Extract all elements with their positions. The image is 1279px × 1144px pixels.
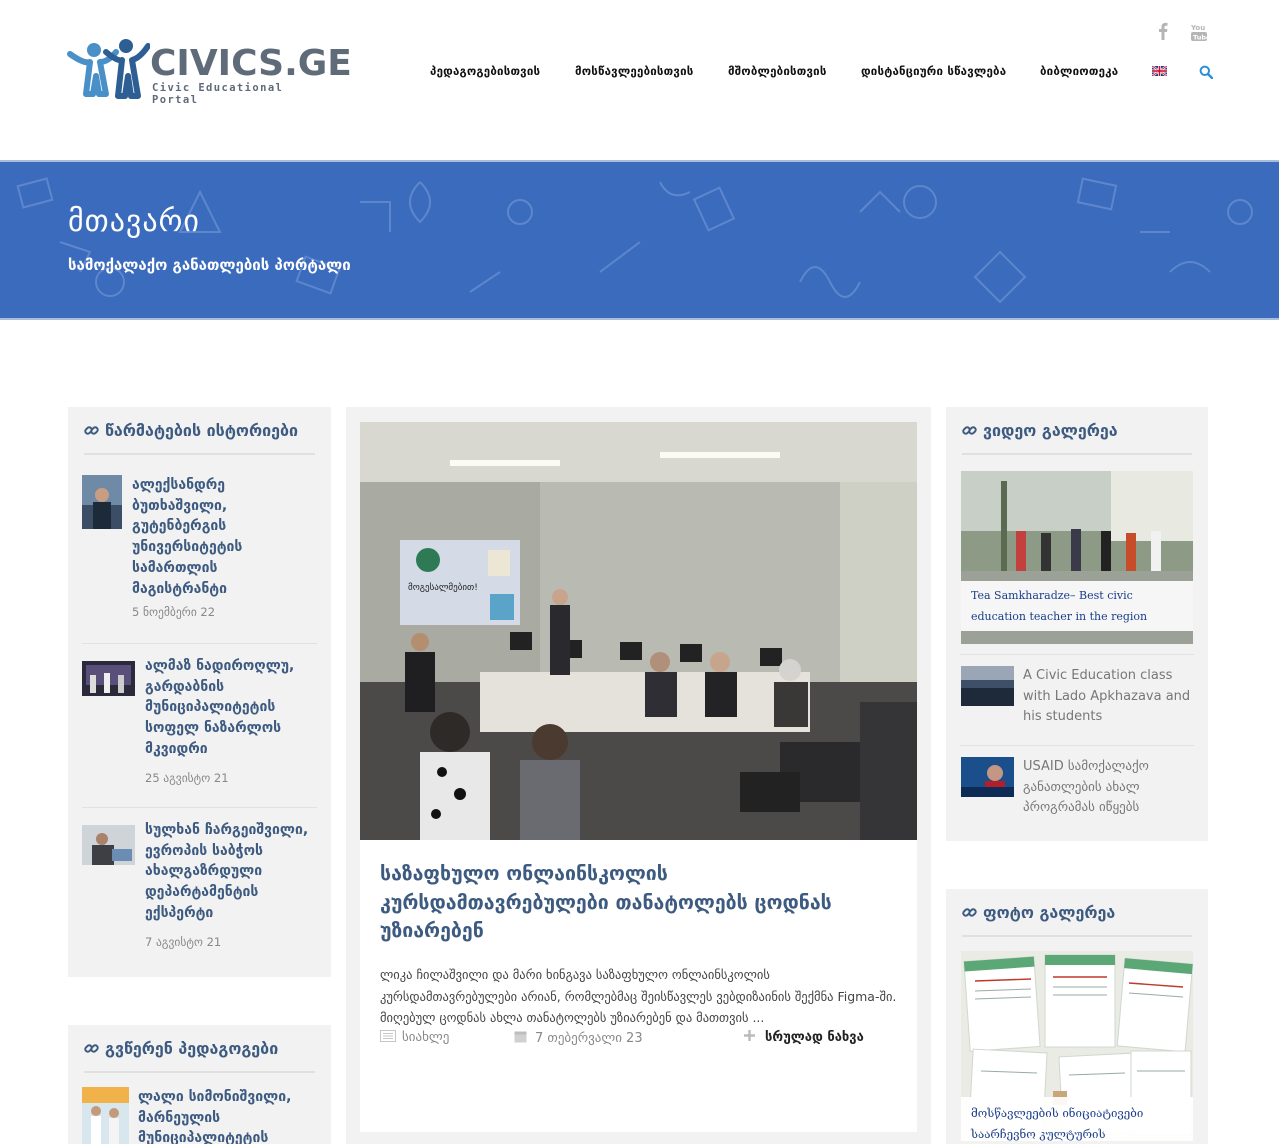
divider	[960, 654, 1194, 655]
divider	[962, 935, 1192, 937]
story-title[interactable]: ალექსანდრე ბუთხაშვილი, გუტენბერგის უნივე…	[132, 475, 312, 599]
logo-title: CIVICS.GE	[150, 43, 352, 84]
story-thumbnail[interactable]	[82, 1087, 129, 1144]
story-thumbnail[interactable]	[82, 475, 122, 529]
success-stories-widget: წარმატების ისტორიები ალექსანდრე ბუთხაშვი…	[68, 407, 331, 977]
slide-text: მოგესალმებით!	[408, 582, 478, 593]
nav-item-parents[interactable]: მშობლებისთვის	[728, 64, 827, 78]
divider	[960, 745, 1194, 746]
link-icon	[962, 908, 977, 917]
video-title[interactable]: A Civic Education class with Lado Apkhaz…	[1023, 666, 1193, 728]
post-image[interactable]: მოგესალმებით!	[360, 422, 917, 840]
calendar-icon	[514, 1031, 527, 1043]
logo-figures-icon	[67, 39, 150, 99]
list-item[interactable]: USAID სამოქალაქო განათლების ახალ პროგრამ…	[961, 757, 1193, 819]
site-logo[interactable]: CIVICS.GE Civic Educational Portal	[66, 36, 352, 106]
post-date: 7 თებერვალი 23	[514, 1030, 643, 1046]
facebook-icon[interactable]	[1158, 22, 1168, 40]
video-gallery-title-text: ვიდეო გალერეა	[983, 421, 1118, 440]
nav-item-library[interactable]: ბიბლიოთეკა	[1040, 64, 1118, 78]
list-item[interactable]: ალმაზ ნადიროღლუ, გარდაბნის მუნიციპალიტეტ…	[82, 658, 318, 791]
list-item[interactable]: ლალი სიმონიშვილი, მარნეულის მუნიციპალიტე…	[82, 1087, 318, 1144]
banner-title: მთავარი	[68, 204, 200, 239]
featured-photo-caption[interactable]: მოსწავლეების ინიციატივები საარჩევნო კულტ…	[961, 1097, 1193, 1141]
newspaper-icon	[380, 1030, 396, 1042]
success-stories-title: წარმატების ისტორიები	[84, 421, 298, 440]
plus-icon	[744, 1030, 755, 1041]
divider	[82, 807, 317, 808]
teachers-title-text: გვწერენ პედაგოგები	[105, 1039, 279, 1058]
story-title[interactable]: სულხან ჩარგეიშვილი, ევროპის საბჭოს ახალგ…	[145, 820, 315, 924]
story-title[interactable]: ალმაზ ნადიროღლუ, გარდაბნის მუნიციპალიტეტ…	[145, 656, 315, 760]
post-title[interactable]: საზაფხულო ონლაინსკოლის კურსდამთავრებულებ…	[380, 860, 900, 946]
photo-gallery-title: ფოტო გალერეა	[962, 903, 1115, 922]
story-thumbnail[interactable]	[82, 825, 135, 865]
divider	[84, 1071, 315, 1073]
search-icon[interactable]	[1199, 65, 1213, 79]
photo-gallery-title-text: ფოტო გალერეა	[983, 903, 1116, 922]
video-thumbnail[interactable]	[961, 666, 1014, 706]
read-more-link[interactable]: სრულად ნახვა	[744, 1030, 864, 1045]
nav-item-distance-learning[interactable]: დისტანციური სწავლება	[861, 64, 1006, 78]
list-item[interactable]: A Civic Education class with Lado Apkhaz…	[961, 666, 1193, 728]
list-item[interactable]: ალექსანდრე ბუთხაშვილი, გუტენბერგის უნივე…	[82, 475, 318, 625]
video-gallery-title: ვიდეო გალერეა	[962, 421, 1118, 440]
school-doodles-pattern	[16, 177, 1253, 304]
video-thumbnail[interactable]	[961, 757, 1014, 797]
youtube-icon[interactable]: You Tube	[1190, 22, 1210, 42]
story-title[interactable]: ლალი სიმონიშვილი, მარნეულის მუნიციპალიტე…	[138, 1087, 318, 1144]
story-thumbnail[interactable]	[82, 661, 135, 696]
featured-video[interactable]: Tea Samkharadze– Best civic education te…	[961, 471, 1193, 644]
video-title[interactable]: USAID სამოქალაქო განათლების ახალ პროგრამ…	[1023, 757, 1193, 819]
site-header: CIVICS.GE Civic Educational Portal You T…	[0, 0, 1279, 160]
post-category-label[interactable]: სიახლე	[402, 1030, 449, 1045]
divider	[962, 453, 1192, 455]
nav-item-teachers[interactable]: პედაგოგებისთვის	[430, 64, 540, 78]
post-category[interactable]: სიახლე	[380, 1030, 449, 1045]
photo-gallery-widget: ფოტო გალერეა მოსწავლეების ინიციატივები ს…	[946, 889, 1208, 1144]
teachers-title: გვწერენ პედაგოგები	[84, 1039, 278, 1058]
uk-flag-icon[interactable]	[1152, 66, 1167, 76]
page-banner: მთავარი სამოქალაქო განათლების პორტალი	[0, 160, 1279, 320]
post-excerpt: ლიკა ჩილაშვილი და მარი ხინგავა საზაფხულო…	[380, 967, 897, 1025]
list-item[interactable]: სულხან ჩარგეიშვილი, ევროპის საბჭოს ახალგ…	[82, 822, 318, 955]
link-icon	[962, 426, 977, 435]
story-date: 5 ნოემბერი 22	[132, 605, 216, 619]
post-date-label: 7 თებერვალი 23	[535, 1031, 643, 1046]
featured-video-caption[interactable]: Tea Samkharadze– Best civic education te…	[961, 581, 1193, 631]
featured-post-card: მოგესალმებით! საზაფხულო ონლაინსკოლის კურ…	[346, 407, 931, 1144]
classroom-photo: მოგესალმებით!	[360, 422, 917, 840]
svg-text:Tube: Tube	[1193, 34, 1210, 42]
featured-photo[interactable]: მოსწავლეების ინიციატივები საარჩევნო კულტ…	[961, 951, 1193, 1141]
success-stories-title-text: წარმატების ისტორიები	[105, 421, 299, 440]
link-icon	[84, 1044, 99, 1053]
teachers-widget: გვწერენ პედაგოგები ლალი სიმონიშვილი, მარ…	[68, 1025, 331, 1144]
video-gallery-widget: ვიდეო გალერეა Tea Samkharadze– Best civi…	[946, 407, 1208, 841]
banner-subtitle: სამოქალაქო განათლების პორტალი	[68, 256, 351, 274]
story-date: 25 აგვისტო 21	[145, 771, 229, 785]
story-date: 7 აგვისტო 21	[145, 935, 222, 949]
logo-subtitle: Civic Educational Portal	[152, 82, 284, 106]
link-icon	[84, 426, 99, 435]
svg-text:You: You	[1190, 24, 1205, 32]
post-body: საზაფხულო ონლაინსკოლის კურსდამთავრებულებ…	[360, 840, 917, 1132]
divider	[84, 453, 315, 455]
nav-item-students[interactable]: მოსწავლეებისთვის	[575, 64, 694, 78]
read-more-label[interactable]: სრულად ნახვა	[765, 1030, 864, 1045]
divider	[82, 643, 317, 644]
